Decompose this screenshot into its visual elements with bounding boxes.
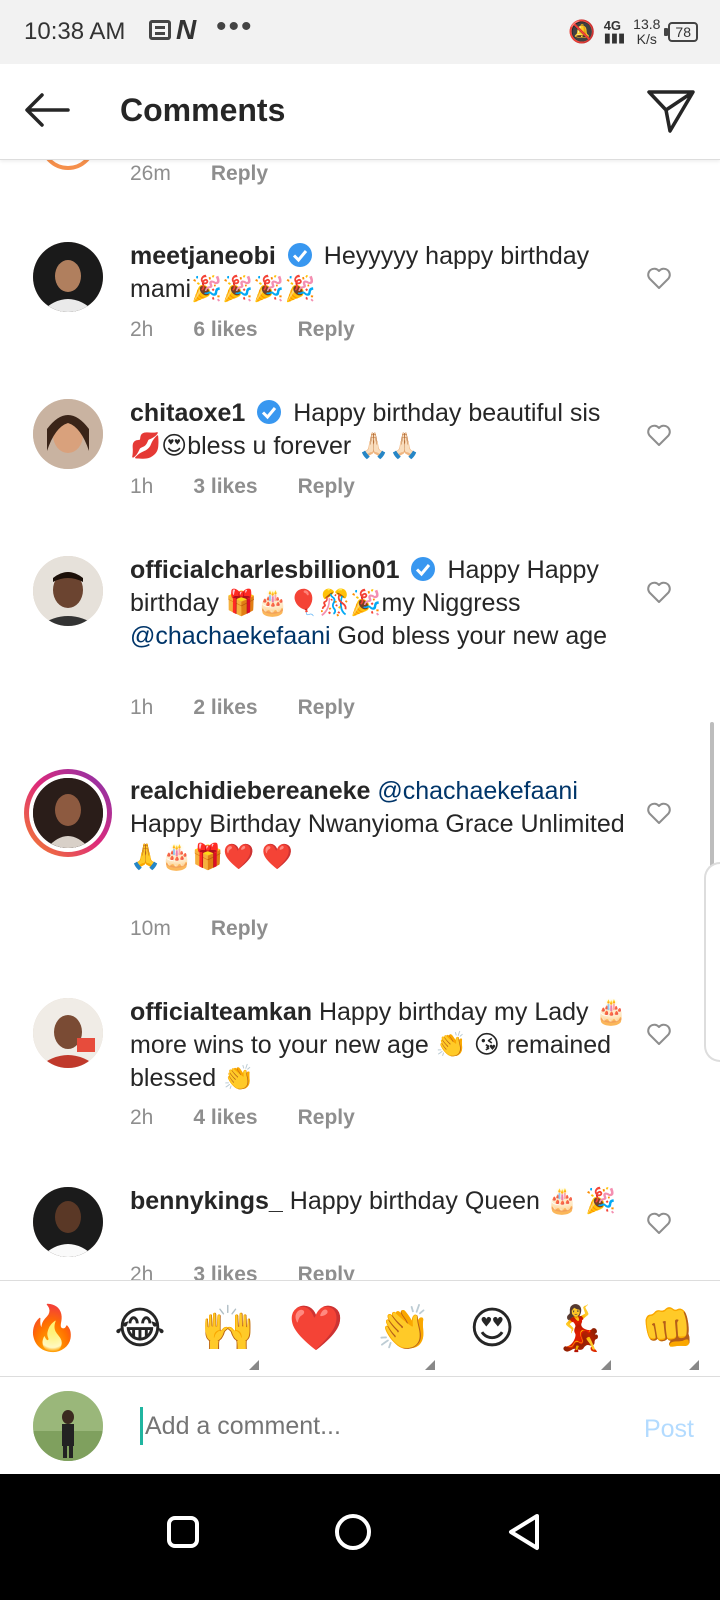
comment-emojis: 👏 bbox=[223, 1064, 255, 1092]
my-avatar[interactable] bbox=[33, 1391, 103, 1461]
like-heart-icon[interactable] bbox=[646, 801, 672, 825]
comment-time: 1h bbox=[130, 475, 154, 498]
news-notification-icon bbox=[149, 20, 171, 40]
verified-badge-icon bbox=[287, 243, 312, 267]
comment-username[interactable]: officialcharlesbillion01 bbox=[130, 556, 400, 584]
signal-icon: 4G ▮▮▮ bbox=[603, 18, 626, 45]
comment-text: God bless your new age bbox=[330, 622, 608, 650]
reply-button[interactable]: Reply bbox=[298, 475, 355, 499]
dancer-emoji-button[interactable]: 💃 bbox=[545, 1303, 615, 1370]
comment-emojis: 🎉🎉🎉🎉 bbox=[191, 275, 316, 303]
status-bar: 10:38 AM N ••• 🔕 4G ▮▮▮ 13.8 K/s 78 bbox=[0, 0, 720, 64]
like-heart-icon[interactable] bbox=[646, 266, 672, 290]
avatar[interactable] bbox=[33, 998, 103, 1068]
like-heart-icon[interactable] bbox=[646, 580, 672, 604]
comment-emojis: 🙏🎂🎁❤️ bbox=[130, 843, 255, 871]
edge-panel-handle[interactable] bbox=[704, 862, 720, 1062]
avatar bbox=[40, 160, 96, 170]
comment-time: 2h bbox=[130, 1106, 154, 1129]
avatar[interactable] bbox=[33, 242, 103, 312]
clapping-emoji-button[interactable]: 👏 bbox=[369, 1303, 439, 1370]
heart-emoji-button[interactable]: ❤️ bbox=[281, 1303, 351, 1354]
network-speed: 13.8 K/s bbox=[633, 16, 661, 47]
skin-tone-indicator bbox=[249, 1359, 259, 1370]
comment-time: 2h bbox=[130, 318, 154, 341]
reply-button[interactable]: Reply bbox=[298, 1106, 355, 1130]
comment-emojis: 🎂 bbox=[595, 998, 627, 1026]
likes-count[interactable]: 4 likes bbox=[193, 1106, 257, 1130]
heart-eyes-emoji-button[interactable]: 😍 bbox=[457, 1303, 527, 1354]
page-title: Comments bbox=[120, 92, 286, 128]
likes-count[interactable]: 3 likes bbox=[193, 475, 257, 499]
comment-emojis: 🎉 bbox=[584, 1187, 617, 1215]
comment-username[interactable]: realchidiebereaneke bbox=[130, 777, 370, 805]
comment-username[interactable]: meetjaneobi bbox=[130, 242, 276, 270]
comment-time: 26m bbox=[130, 162, 171, 185]
comments-header: Comments bbox=[0, 64, 720, 160]
post-button[interactable]: Post bbox=[644, 1415, 694, 1444]
n-notification-icon: N bbox=[176, 14, 197, 45]
home-circle-icon[interactable] bbox=[325, 1504, 381, 1560]
reply-button[interactable]: Reply bbox=[298, 318, 355, 342]
comment-input-bar: Post bbox=[0, 1376, 720, 1474]
like-heart-icon[interactable] bbox=[646, 423, 672, 447]
reply-button[interactable]: Reply bbox=[211, 917, 268, 941]
comment-emojis: 😘 bbox=[473, 1031, 500, 1059]
fire-emoji-button[interactable]: 🔥 bbox=[17, 1303, 87, 1354]
laughing-emoji-button[interactable]: 😂 bbox=[105, 1303, 175, 1354]
skin-tone-indicator bbox=[689, 1359, 699, 1370]
more-notifications-icon: ••• bbox=[216, 10, 254, 43]
back-arrow-icon[interactable] bbox=[22, 90, 72, 130]
raised-hands-emoji-button[interactable]: 🙌 bbox=[193, 1303, 263, 1370]
mention-link[interactable]: @chachaekefaani bbox=[130, 622, 331, 650]
comment-text: Happy Birthday Nwanyioma Grace Unlimited bbox=[130, 810, 625, 838]
comment-username[interactable]: officialteamkan bbox=[130, 998, 312, 1026]
comment-text: Happy birthday beautiful sis bbox=[293, 399, 601, 427]
reply-button[interactable]: Reply bbox=[211, 162, 268, 186]
like-heart-icon[interactable] bbox=[646, 1022, 672, 1046]
comment-time: 1h bbox=[130, 696, 154, 719]
avatar-story-ring[interactable] bbox=[24, 769, 112, 857]
status-time: 10:38 AM bbox=[24, 18, 126, 45]
verified-badge-icon bbox=[257, 400, 282, 424]
mention-link[interactable]: @chachaekefaani bbox=[377, 777, 578, 805]
system-navigation-bar bbox=[0, 1474, 720, 1600]
like-heart-icon[interactable] bbox=[646, 1211, 672, 1235]
comment-text: Happy birthday my Lady bbox=[312, 998, 596, 1026]
verified-badge-icon bbox=[411, 557, 436, 581]
comment-emojis: 🎁🎂🎈🎊🎉 bbox=[225, 589, 382, 617]
comment-emojis: ❤️ bbox=[261, 843, 293, 871]
scrollbar[interactable] bbox=[710, 722, 714, 872]
mute-bell-icon: 🔕 bbox=[568, 19, 596, 44]
comment-text: my Niggress bbox=[381, 589, 521, 617]
recent-apps-icon[interactable] bbox=[155, 1504, 211, 1560]
comment-text: more wins to your new age bbox=[130, 1031, 436, 1059]
avatar[interactable] bbox=[33, 556, 103, 626]
back-triangle-icon[interactable] bbox=[497, 1504, 553, 1560]
comments-list[interactable]: 26m Reply meetjaneobi Heyyyyy happy birt… bbox=[0, 160, 720, 1306]
add-comment-input[interactable] bbox=[140, 1407, 560, 1445]
comment-emojis: 👏 bbox=[435, 1031, 467, 1059]
comment-username[interactable]: chitaoxe1 bbox=[130, 399, 245, 427]
avatar[interactable] bbox=[33, 399, 103, 469]
skin-tone-indicator bbox=[601, 1359, 611, 1370]
direct-message-icon[interactable] bbox=[646, 88, 696, 134]
reply-button[interactable]: Reply bbox=[298, 696, 355, 720]
comment-text: Happy birthday Queen bbox=[282, 1187, 547, 1215]
avatar[interactable] bbox=[33, 1187, 103, 1257]
comment-time: 10m bbox=[130, 917, 171, 940]
comment-username[interactable]: bennykings_ bbox=[130, 1187, 283, 1215]
likes-count[interactable]: 6 likes bbox=[193, 318, 257, 342]
likes-count[interactable]: 2 likes bbox=[193, 696, 257, 720]
comment-text: bless u forever bbox=[187, 432, 359, 460]
fist-emoji-button[interactable]: 👊 bbox=[633, 1303, 703, 1370]
comment-emojis: 🎂 bbox=[546, 1187, 579, 1215]
quick-emoji-bar: 🔥 😂 🙌 ❤️ 👏 😍 💃 👊 bbox=[0, 1280, 720, 1376]
skin-tone-indicator bbox=[425, 1359, 435, 1370]
comment-emojis: 🙏🏻🙏🏻 bbox=[358, 432, 421, 460]
comment-emojis: 💋😍 bbox=[130, 432, 188, 460]
battery-icon: 78 bbox=[664, 22, 698, 42]
